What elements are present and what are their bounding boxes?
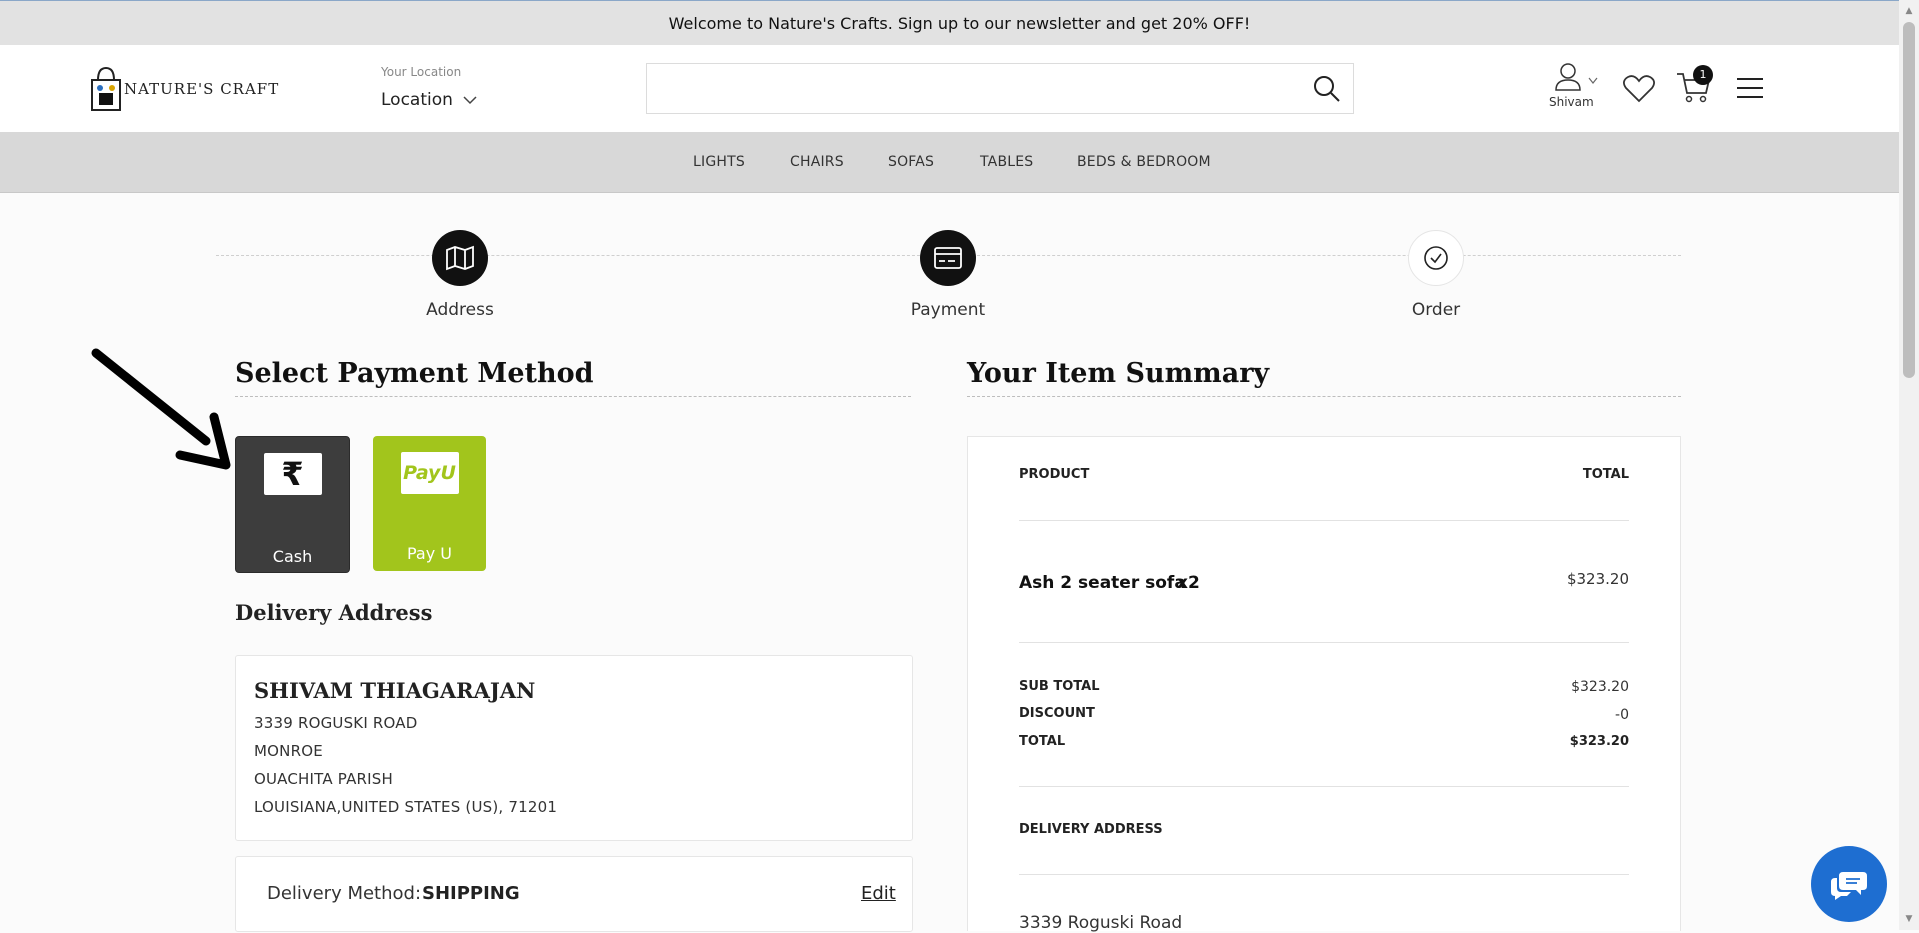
- announcement-bar: Welcome to Nature's Crafts. Sign up to o…: [0, 0, 1919, 45]
- step-payment-label: Payment: [910, 300, 986, 320]
- summary-divider: [1019, 642, 1629, 643]
- wishlist-heart-icon[interactable]: [1623, 75, 1655, 103]
- step-order: Order: [1356, 230, 1516, 320]
- delivery-address-heading: Delivery Address: [235, 600, 433, 625]
- total-label: TOTAL: [1019, 734, 1066, 749]
- summary-col-total: TOTAL: [1582, 467, 1629, 482]
- scroll-up-arrow-icon[interactable]: ▲: [1903, 4, 1915, 18]
- delivery-address-card: SHIVAM THIAGARAJAN 3339 ROGUSKI ROAD MON…: [235, 655, 913, 841]
- cart-count-badge: 1: [1693, 65, 1713, 85]
- site-header: NATURE'S CRAFT Your Location Location Sh…: [0, 45, 1899, 132]
- step-payment-circle: [920, 230, 976, 286]
- payment-method-payu-label: Pay U: [407, 544, 452, 563]
- payment-heading: Select Payment Method: [235, 358, 594, 389]
- card-icon: [934, 247, 962, 269]
- annotation-arrow-icon: [91, 348, 231, 470]
- chat-widget-button[interactable]: [1811, 846, 1887, 922]
- payment-heading-divider: [235, 396, 911, 397]
- summary-address-line: 3339 Roguski Road: [1019, 913, 1183, 933]
- payment-method-cash-label: Cash: [272, 547, 313, 566]
- nav-item-tables[interactable]: TABLES: [980, 132, 1033, 192]
- step-order-circle: [1408, 230, 1464, 286]
- check-circle-icon: [1424, 246, 1448, 270]
- hamburger-menu-icon[interactable]: [1736, 77, 1764, 99]
- payu-icon: PayU: [400, 452, 459, 494]
- summary-item-price: $323.20: [1566, 570, 1629, 588]
- summary-divider: [1019, 520, 1629, 521]
- delivery-method-value: SHIPPING: [422, 883, 520, 904]
- search-icon[interactable]: [1313, 75, 1341, 103]
- cart-button[interactable]: 1: [1676, 65, 1716, 105]
- total-value: $323.20: [1569, 734, 1629, 749]
- chevron-down-icon: [463, 96, 477, 105]
- summary-item-name: Ash 2 seater sofa: [1019, 573, 1186, 593]
- summary-divider: [1019, 786, 1629, 787]
- recipient-name: SHIVAM THIAGARAJAN: [254, 678, 536, 703]
- summary-heading-divider: [967, 396, 1681, 397]
- shopping-bag-logo-icon: [91, 66, 121, 111]
- nav-item-lights[interactable]: LIGHTS: [693, 132, 745, 192]
- account-menu[interactable]: Shivam: [1545, 63, 1607, 113]
- step-address-circle: [432, 230, 488, 286]
- page-scrollbar-thumb[interactable]: [1903, 22, 1915, 378]
- address-line-2: MONROE: [254, 742, 323, 760]
- address-line-1: 3339 ROGUSKI ROAD: [254, 714, 418, 732]
- user-icon: [1555, 63, 1581, 91]
- delivery-method-edit-link[interactable]: Edit: [861, 883, 896, 904]
- map-icon: [446, 245, 474, 271]
- chat-bubbles-icon: [1831, 872, 1867, 900]
- payment-method-cash[interactable]: ₹ Cash: [235, 436, 350, 573]
- location-caption: Your Location: [381, 65, 462, 79]
- rupee-icon: ₹: [263, 453, 322, 495]
- subtotal-value: $323.20: [1571, 679, 1629, 695]
- search-box: [646, 63, 1354, 114]
- address-line-3: OUACHITA PARISH: [254, 770, 393, 788]
- summary-heading: Your Item Summary: [967, 358, 1270, 389]
- nav-item-sofas[interactable]: SOFAS: [888, 132, 934, 192]
- subtotal-label: SUB TOTAL: [1019, 679, 1100, 694]
- discount-label: DISCOUNT: [1019, 706, 1095, 721]
- payment-method-payu[interactable]: PayU Pay U: [373, 436, 486, 571]
- nav-item-beds-bedroom[interactable]: BEDS & BEDROOM: [1077, 132, 1211, 192]
- step-address-label: Address: [426, 300, 494, 320]
- step-address: Address: [380, 230, 540, 320]
- chevron-down-icon: [1588, 77, 1598, 84]
- discount-value: -0: [1615, 707, 1629, 723]
- brand-logo[interactable]: NATURE'S CRAFT: [90, 65, 280, 113]
- delivery-method-card: Delivery Method: SHIPPING Edit: [235, 856, 913, 932]
- address-lines: 3339 ROGUSKI ROAD MONROE OUACHITA PARISH…: [254, 714, 854, 834]
- scroll-down-arrow-icon[interactable]: ▼: [1903, 912, 1915, 926]
- step-order-label: Order: [1411, 300, 1461, 320]
- payu-logo-text: PayU: [403, 462, 456, 484]
- step-payment: Payment: [868, 230, 1028, 320]
- summary-item-qty: x2: [1177, 573, 1200, 593]
- location-value: Location: [381, 90, 453, 110]
- announcement-text: Welcome to Nature's Crafts. Sign up to o…: [668, 13, 1251, 33]
- address-line-4: LOUISIANA,UNITED STATES (US), 71201: [254, 798, 558, 816]
- summary-item-row: Ash 2 seater sofa x2 $323.20: [1019, 570, 1629, 600]
- user-name: Shivam: [1549, 95, 1594, 109]
- summary-col-product: PRODUCT: [1019, 467, 1090, 482]
- nav-item-chairs[interactable]: CHAIRS: [790, 132, 844, 192]
- category-nav: LIGHTS CHAIRS SOFAS TABLES BEDS & BEDROO…: [0, 132, 1899, 193]
- location-selector[interactable]: Location: [381, 90, 477, 110]
- search-input[interactable]: [659, 64, 1303, 113]
- summary-divider: [1019, 874, 1629, 875]
- summary-card: PRODUCT TOTAL Ash 2 seater sofa x2 $323.…: [967, 436, 1681, 933]
- summary-delivery-address-label: DELIVERY ADDRESS: [1019, 822, 1163, 837]
- brand-name: NATURE'S CRAFT: [124, 80, 280, 98]
- delivery-method-label: Delivery Method:: [267, 883, 422, 904]
